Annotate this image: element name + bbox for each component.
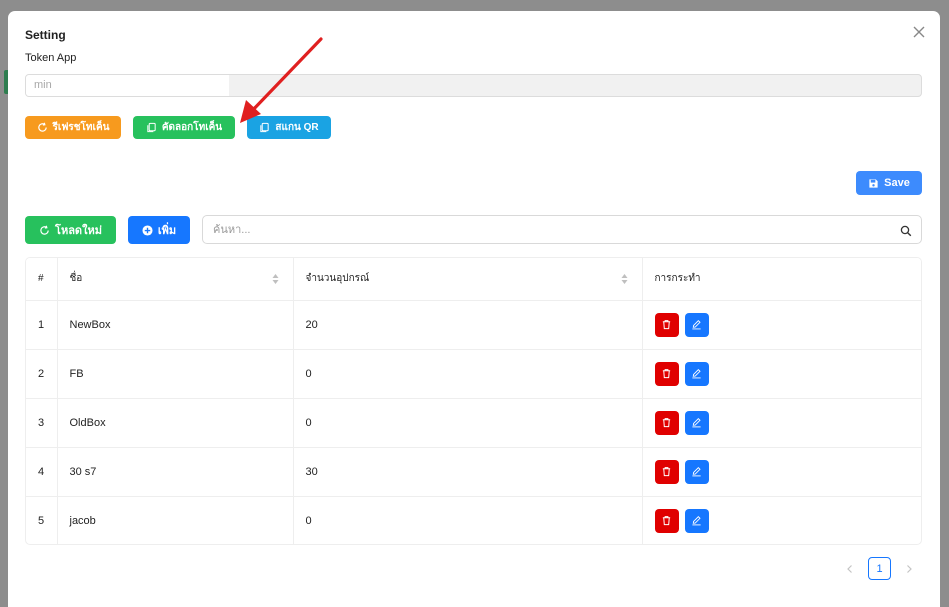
row-index: 3 [26, 398, 58, 448]
setting-modal: Setting Token App min รีเฟรชโทเค็น คัดลอ… [8, 11, 940, 607]
column-header-index: # [26, 258, 58, 301]
header-label: # [38, 273, 44, 285]
chevron-left-icon[interactable] [844, 562, 856, 574]
column-header-actions: การกระทำ [642, 258, 921, 301]
trash-icon [661, 417, 672, 428]
row-name: OldBox [57, 398, 294, 448]
delete-button[interactable] [654, 312, 679, 337]
row-actions [642, 398, 921, 448]
header-label: จำนวนอุปกรณ์ [305, 273, 370, 285]
sort-icon[interactable] [621, 273, 628, 285]
header-label: ชื่อ [69, 273, 83, 285]
edit-button[interactable] [684, 312, 709, 337]
row-name: FB [57, 349, 294, 399]
copy-icon [146, 122, 157, 133]
header-label: การกระทำ [654, 273, 701, 285]
row-name: 30 s7 [57, 447, 294, 497]
search-icon[interactable] [900, 224, 912, 237]
edit-button[interactable] [684, 410, 709, 435]
row-index: 2 [26, 349, 58, 399]
edit-button[interactable] [684, 459, 709, 484]
row-name: jacob [57, 496, 294, 544]
row-devices: 0 [293, 349, 643, 399]
trash-icon [661, 319, 672, 330]
scan-qr-label: สแกน QR [275, 122, 319, 133]
table-row: 3 OldBox 0 [26, 398, 921, 448]
column-header-name[interactable]: ชื่อ [57, 258, 294, 301]
edit-button[interactable] [684, 508, 709, 533]
delete-button[interactable] [654, 361, 679, 386]
reload-label: โหลดใหม่ [55, 225, 102, 237]
sort-icon[interactable] [272, 273, 279, 285]
save-icon [868, 178, 879, 189]
column-header-devices[interactable]: จำนวนอุปกรณ์ [293, 258, 643, 301]
edit-icon [691, 319, 702, 330]
refresh-icon [37, 122, 48, 133]
row-devices: 0 [293, 398, 643, 448]
devices-table: # ชื่อ จำนวนอุปกรณ์ การกระทำ 1 NewBox 20 [25, 257, 922, 545]
delete-button[interactable] [654, 459, 679, 484]
row-actions [642, 300, 921, 350]
row-actions [642, 447, 921, 497]
row-devices: 30 [293, 447, 643, 497]
search-box [202, 215, 922, 244]
search-input[interactable] [213, 222, 873, 238]
row-devices: 0 [293, 496, 643, 544]
token-app-label: Token App [25, 52, 77, 64]
trash-icon [661, 515, 672, 526]
table-row: 2 FB 0 [26, 349, 921, 399]
edit-button[interactable] [684, 361, 709, 386]
save-button[interactable]: Save [856, 171, 922, 195]
trash-icon [661, 368, 672, 379]
table-row: 5 jacob 0 [26, 496, 921, 544]
row-index: 5 [26, 496, 58, 544]
refresh-token-label: รีเฟรชโทเค็น [52, 122, 110, 133]
row-index: 4 [26, 447, 58, 497]
row-actions [642, 349, 921, 399]
chevron-right-icon[interactable] [903, 562, 915, 574]
row-name: NewBox [57, 300, 294, 350]
copy-token-button[interactable]: คัดลอกโทเค็น [133, 116, 235, 139]
table-row: 1 NewBox 20 [26, 300, 921, 350]
edit-icon [691, 417, 702, 428]
add-button[interactable]: เพิ่ม [128, 216, 190, 244]
modal-title: Setting [25, 28, 66, 42]
scan-qr-button[interactable]: สแกน QR [247, 116, 331, 139]
row-actions [642, 496, 921, 544]
reload-button[interactable]: โหลดใหม่ [25, 216, 116, 244]
plus-circle-icon [142, 224, 153, 236]
edit-icon [691, 368, 702, 379]
copy-token-label: คัดลอกโทเค็น [161, 122, 223, 133]
edit-icon [691, 515, 702, 526]
delete-button[interactable] [654, 410, 679, 435]
trash-icon [661, 466, 672, 477]
close-icon[interactable] [912, 25, 926, 39]
token-app-value: min [26, 75, 229, 96]
row-index: 1 [26, 300, 58, 350]
page-number-button[interactable]: 1 [868, 557, 891, 580]
edit-icon [691, 466, 702, 477]
copy-icon [259, 122, 270, 133]
refresh-token-button[interactable]: รีเฟรชโทเค็น [25, 116, 121, 139]
refresh-icon [39, 225, 50, 236]
add-label: เพิ่ม [157, 225, 177, 237]
token-app-field[interactable]: min [25, 74, 922, 97]
save-label: Save [884, 177, 910, 189]
table-row: 4 30 s7 30 [26, 447, 921, 497]
row-devices: 20 [293, 300, 643, 350]
delete-button[interactable] [654, 508, 679, 533]
